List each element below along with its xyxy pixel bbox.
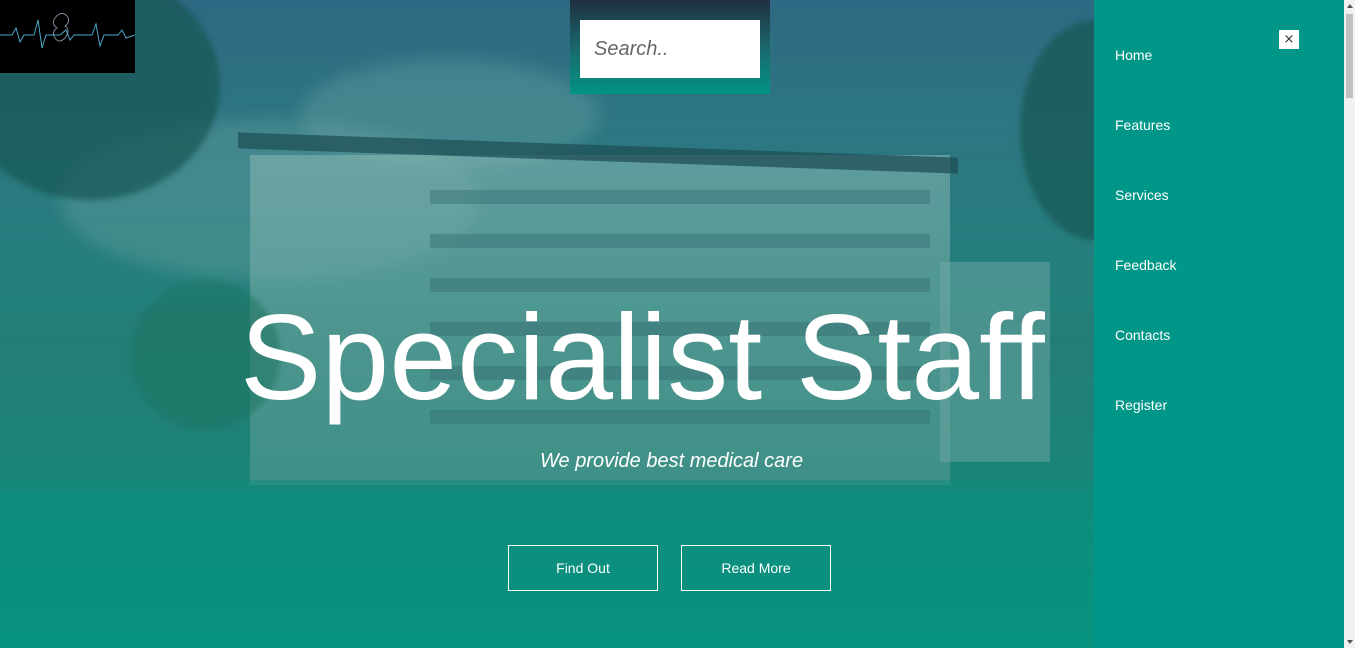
nav-item-home[interactable]: Home	[1115, 47, 1152, 63]
hero-subtitle: We provide best medical care	[540, 450, 804, 472]
nav-item-register[interactable]: Register	[1115, 397, 1167, 413]
find-out-button[interactable]: Find Out	[508, 545, 658, 591]
close-icon[interactable]: ×	[1279, 30, 1299, 49]
read-more-button[interactable]: Read More	[681, 545, 831, 591]
scroll-down-arrow-icon[interactable]	[1344, 636, 1355, 648]
page-scrollbar[interactable]	[1344, 0, 1355, 648]
scroll-thumb[interactable]	[1346, 14, 1353, 98]
side-navigation: × Home Features Services Feedback Contac…	[1094, 0, 1344, 648]
heartbeat-logo-icon[interactable]	[0, 0, 135, 73]
scroll-up-arrow-icon[interactable]	[1344, 0, 1355, 12]
search-container	[570, 0, 770, 94]
nav-item-contacts[interactable]: Contacts	[1115, 327, 1170, 343]
nav-item-feedback[interactable]: Feedback	[1115, 257, 1176, 273]
search-input[interactable]	[580, 20, 760, 78]
hero-title: Specialist Staff	[240, 289, 1045, 425]
nav-item-services[interactable]: Services	[1115, 187, 1169, 203]
nav-item-features[interactable]: Features	[1115, 117, 1170, 133]
